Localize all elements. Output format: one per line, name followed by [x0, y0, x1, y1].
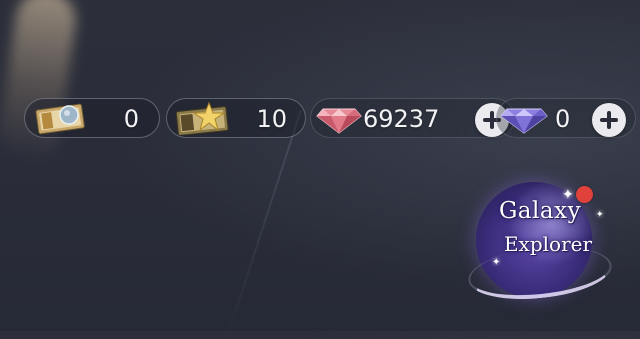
event-title-line1: Galaxy — [498, 198, 582, 224]
add-purple-gem-button[interactable] — [592, 103, 626, 137]
currency-pink-gem[interactable]: 69237 — [310, 98, 515, 138]
pink-gem-amount: 69237 — [363, 105, 440, 133]
currency-silver-ticket[interactable]: 0 — [24, 98, 160, 138]
purple-gem-amount: 0 — [555, 105, 571, 133]
galaxy-explorer-event-button[interactable]: ✦ ✦ ✦ Galaxy Explorer — [465, 178, 615, 308]
currency-purple-gem[interactable]: 0 — [496, 98, 636, 138]
event-title-line2: Explorer — [503, 232, 593, 256]
silver-ticket-icon — [33, 101, 87, 139]
background-light-line — [225, 110, 302, 339]
pink-gem-icon — [315, 103, 363, 139]
gold-star-ticket-icon — [173, 101, 231, 139]
purple-gem-icon — [499, 103, 549, 139]
silver-ticket-amount: 0 — [123, 105, 139, 133]
gold-star-ticket-amount: 10 — [256, 105, 287, 133]
notification-dot — [576, 186, 593, 203]
currency-gold-star-ticket[interactable]: 10 — [166, 98, 306, 138]
sparkle-icon: ✦ — [492, 257, 501, 268]
currency-bar: 0 10 69237 0 — [24, 98, 636, 140]
